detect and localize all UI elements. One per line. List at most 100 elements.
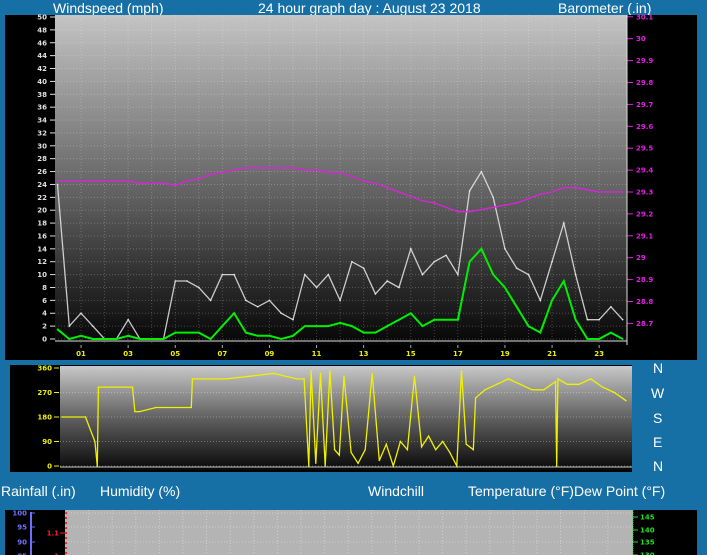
average-point <box>198 331 200 334</box>
direction-point <box>134 410 136 413</box>
average-point <box>504 286 506 289</box>
direction-point <box>465 443 467 445</box>
temp-tick-label: 130 <box>640 552 655 555</box>
barometer-point <box>303 169 306 171</box>
baro-tick-label: 29.6 <box>636 123 653 131</box>
gust-point <box>586 318 589 321</box>
direction-point <box>138 410 141 413</box>
barometer-point <box>598 191 600 193</box>
direction-point <box>303 378 305 380</box>
direction-point <box>96 465 98 467</box>
gust-point <box>598 318 600 321</box>
average-point <box>139 338 141 340</box>
direction-point <box>519 383 521 386</box>
barometer-point <box>610 191 612 193</box>
hour-tick-label: 09 <box>265 350 275 358</box>
barometer-point <box>621 191 624 193</box>
barometer-point <box>127 180 129 182</box>
direction-point <box>357 462 359 464</box>
wind-tick-label: 34 <box>37 117 47 125</box>
direction-point <box>449 451 451 454</box>
hour-tick-label: 07 <box>217 350 227 358</box>
compass-label-s: S <box>653 410 662 426</box>
average-point <box>492 273 494 276</box>
humidity-tick-label: 90 <box>17 539 27 547</box>
direction-point <box>329 370 331 372</box>
direction-point <box>601 386 604 388</box>
barometer-point <box>457 210 459 213</box>
average-point <box>598 338 600 340</box>
barometer-point <box>80 180 82 182</box>
barometer-point <box>445 206 447 209</box>
direction-point <box>364 448 366 451</box>
wind-tick-label: 12 <box>37 258 47 266</box>
barometer-point <box>56 180 59 182</box>
average-point <box>127 334 129 337</box>
average-point <box>292 334 294 337</box>
gust-point <box>339 299 341 302</box>
direction-point <box>272 372 275 375</box>
weather-graph: Windspeed (mph) 24 hour graph day : Augu… <box>1 0 697 555</box>
gust-point <box>68 325 71 327</box>
baro-tick-label: 28.7 <box>636 320 653 328</box>
gust-point <box>551 260 553 263</box>
barometer-point <box>150 182 153 185</box>
rainfall-title: Rainfall (.in) <box>1 483 76 499</box>
direction-point <box>474 397 477 399</box>
direction-point <box>343 375 345 377</box>
barometer-point <box>504 204 506 206</box>
direction-point <box>555 465 558 467</box>
direction-point <box>350 451 352 454</box>
average-point <box>362 331 365 334</box>
baro-tick-label: 30 <box>636 35 646 43</box>
average-point <box>457 318 459 321</box>
wind-tick-label: 44 <box>37 52 47 60</box>
barometer-point <box>421 199 424 202</box>
temp-tick-label: 140 <box>640 527 655 535</box>
direction-point <box>507 378 510 380</box>
direction-point <box>324 465 326 467</box>
average-point <box>115 338 118 340</box>
gust-point <box>457 273 459 276</box>
baro-tick-label: 29 <box>636 254 646 262</box>
direction-point <box>97 386 100 388</box>
direction-point <box>338 454 340 456</box>
average-point <box>539 331 542 334</box>
baro-tick-label: 29.4 <box>636 167 653 175</box>
gust-point <box>480 170 483 173</box>
direction-tick-label: 360 <box>37 365 52 373</box>
wind-tick-label: 50 <box>37 14 47 22</box>
baro-tick-label: 29.2 <box>636 210 653 218</box>
direction-point <box>442 440 444 443</box>
barometer-point <box>386 186 389 189</box>
wind-tick-label: 10 <box>37 271 47 279</box>
hour-tick-label: 23 <box>594 350 604 358</box>
direction-tick-label: 90 <box>42 438 52 446</box>
average-point <box>351 325 353 327</box>
barometer-point <box>574 186 577 189</box>
direction-point <box>434 448 437 451</box>
barometer-point <box>339 171 341 174</box>
average-point <box>398 318 400 321</box>
direction-point <box>84 416 87 418</box>
average-point <box>68 338 71 340</box>
direction-point <box>625 399 627 402</box>
direction-point <box>319 372 322 375</box>
average-point <box>56 328 59 331</box>
compass-label-n2: N <box>653 458 663 474</box>
compass-label-e: E <box>653 434 662 450</box>
average-point <box>339 322 341 324</box>
average-point <box>386 325 389 327</box>
barometer-point <box>586 189 589 191</box>
average-point <box>150 338 153 340</box>
barometer-point <box>480 208 483 211</box>
barometer-point <box>68 180 71 182</box>
barometer-point <box>374 182 377 185</box>
gust-point <box>174 280 177 282</box>
average-point <box>103 338 106 340</box>
gust-point <box>209 299 212 302</box>
direction-point <box>543 389 545 391</box>
barometer-point <box>92 180 94 182</box>
barometer-point <box>186 180 188 182</box>
wind-tick-label: 18 <box>37 220 47 228</box>
